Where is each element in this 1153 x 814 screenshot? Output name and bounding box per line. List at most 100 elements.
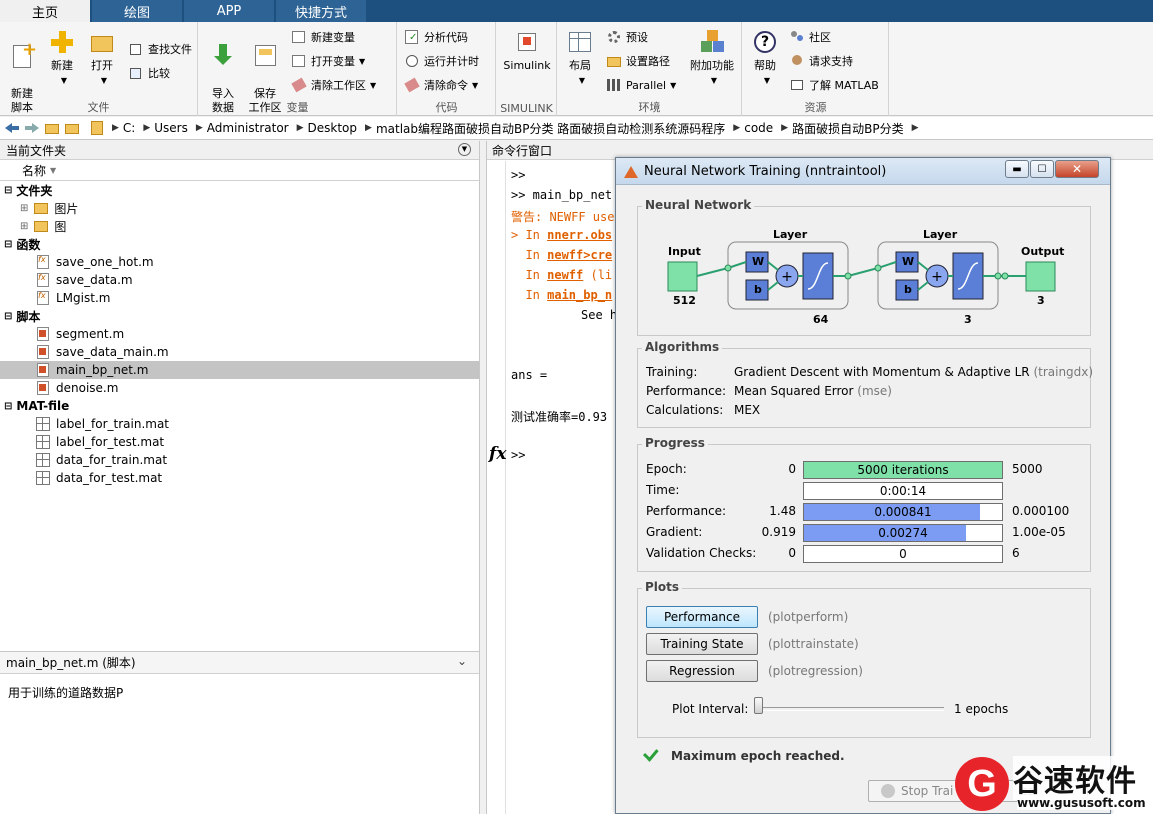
- expand-icon[interactable]: ⊞: [20, 221, 28, 232]
- cmd-stack-link[interactable]: newff>cre: [547, 248, 612, 262]
- community-button[interactable]: 社区: [789, 28, 831, 46]
- collapse-icon[interactable]: ⊟: [4, 311, 12, 322]
- list-item[interactable]: label_for_train.mat: [0, 415, 479, 433]
- list-item[interactable]: data_for_train.mat: [0, 451, 479, 469]
- list-item[interactable]: fx save_one_hot.m: [0, 253, 479, 271]
- breadcrumb-item[interactable]: Users: [154, 121, 188, 135]
- open-variable-button[interactable]: 打开变量 ▼: [291, 52, 365, 70]
- tab-shortcuts[interactable]: 快捷方式: [276, 0, 366, 22]
- collapse-icon[interactable]: ⊟: [4, 239, 12, 250]
- help-button[interactable]: ? 帮助 ▼: [745, 28, 785, 88]
- layout-button[interactable]: 布局 ▼: [560, 28, 600, 88]
- breadcrumb-item[interactable]: Desktop: [308, 121, 358, 135]
- breadcrumb-item[interactable]: code: [744, 121, 773, 135]
- list-item[interactable]: fx save_data.m: [0, 271, 479, 289]
- section-folders[interactable]: ⊟ 文件夹: [0, 181, 479, 199]
- list-item[interactable]: fx LMgist.m: [0, 289, 479, 307]
- plot-interval-slider-thumb[interactable]: [754, 697, 763, 714]
- back-arrow-icon[interactable]: [4, 120, 20, 136]
- addons-button[interactable]: 附加功能 ▼: [686, 28, 738, 88]
- parallel-button[interactable]: Parallel ▼: [606, 76, 676, 94]
- plot-performance-fn: (plotperform): [768, 610, 849, 624]
- addons-dropdown-icon[interactable]: ▼: [711, 76, 717, 85]
- browse-folder-icon[interactable]: [64, 120, 80, 136]
- clear-commands-button[interactable]: 清除命令 ▼: [404, 76, 478, 94]
- section-scripts[interactable]: ⊟ 脚本: [0, 307, 479, 325]
- clear-workspace-dropdown-icon[interactable]: ▼: [370, 81, 376, 90]
- item-label: 图片: [54, 201, 79, 216]
- cmd-stack-link[interactable]: newff: [547, 268, 583, 282]
- chevron-down-icon[interactable]: ⌄: [457, 654, 467, 668]
- name-column-header[interactable]: 名称 ▼: [0, 160, 479, 181]
- breadcrumb-item[interactable]: Administrator: [207, 121, 289, 135]
- list-item[interactable]: save_data_main.m: [0, 343, 479, 361]
- tab-apps[interactable]: APP: [184, 0, 274, 22]
- breadcrumb-item[interactable]: C:: [123, 121, 135, 135]
- fx-icon[interactable]: fx: [489, 444, 506, 464]
- list-item[interactable]: data_for_test.mat: [0, 469, 479, 487]
- request-support-button[interactable]: 请求支持: [789, 52, 853, 70]
- section-functions[interactable]: ⊟ 函数: [0, 235, 479, 253]
- command-window-title: 命令行窗口: [492, 143, 553, 158]
- expand-icon[interactable]: ⊞: [20, 203, 28, 214]
- new-dropdown-icon[interactable]: ▼: [61, 76, 67, 85]
- cmd-stack-link[interactable]: nnerr.obs: [547, 228, 612, 242]
- list-item[interactable]: label_for_test.mat: [0, 433, 479, 451]
- cmd-stack-link[interactable]: main_bp_n: [547, 288, 612, 302]
- run-and-time-button[interactable]: 运行并计时: [404, 52, 479, 70]
- list-item[interactable]: ⊞ 图: [0, 217, 479, 235]
- import-data-icon: [209, 42, 237, 70]
- progress-bar: 0.00274: [803, 524, 1003, 542]
- calculations-key: Calculations:: [646, 403, 724, 417]
- panel-menu-chevron-icon[interactable]: ▼: [458, 143, 471, 156]
- help-dropdown-icon[interactable]: ▼: [764, 76, 770, 85]
- close-button[interactable]: ✕: [1055, 160, 1099, 178]
- tab-home[interactable]: 主页: [0, 0, 90, 22]
- clear-workspace-button[interactable]: 清除工作区 ▼: [291, 76, 376, 94]
- new-button[interactable]: 新建 ▼: [42, 28, 82, 88]
- list-item-selected[interactable]: main_bp_net.m: [0, 361, 479, 379]
- input-block: [667, 261, 698, 292]
- clear-commands-dropdown-icon[interactable]: ▼: [472, 81, 478, 90]
- collapse-icon[interactable]: ⊟: [4, 401, 12, 412]
- parallel-dropdown-icon[interactable]: ▼: [670, 81, 676, 90]
- compare-button[interactable]: 比较: [128, 64, 170, 82]
- new-variable-button[interactable]: 新建变量: [291, 28, 355, 46]
- open-variable-dropdown-icon[interactable]: ▼: [359, 57, 365, 66]
- preferences-button[interactable]: 预设: [606, 28, 648, 46]
- up-folder-icon[interactable]: [44, 120, 60, 136]
- maximize-button[interactable]: ☐: [1030, 160, 1054, 178]
- tab-plots[interactable]: 绘图: [92, 0, 182, 22]
- list-item[interactable]: denoise.m: [0, 379, 479, 397]
- forward-arrow-icon[interactable]: [24, 120, 40, 136]
- open-dropdown-icon[interactable]: ▼: [101, 76, 107, 85]
- save-workspace-icon: [251, 42, 279, 70]
- collapse-icon[interactable]: ⊟: [4, 185, 12, 196]
- input-label: Input: [668, 245, 701, 258]
- layout-dropdown-icon[interactable]: ▼: [579, 76, 585, 85]
- analyze-code-button[interactable]: ✓ 分析代码: [404, 28, 468, 46]
- cmd-prompt[interactable]: >>: [511, 448, 525, 462]
- set-path-button[interactable]: 设置路径: [606, 52, 670, 70]
- breadcrumb-item[interactable]: matlab编程路面破损自动BP分类 路面破损自动检测系统源码程序: [376, 120, 725, 137]
- minimize-button[interactable]: ▬: [1005, 160, 1029, 178]
- clear-workspace-icon: [291, 77, 307, 93]
- list-item[interactable]: segment.m: [0, 325, 479, 343]
- open-button[interactable]: 打开 ▼: [82, 28, 122, 88]
- breadcrumb-item[interactable]: 路面破损自动BP分类: [792, 120, 903, 137]
- item-label: label_for_train.mat: [56, 417, 170, 431]
- list-item[interactable]: ⊞ 图片: [0, 199, 479, 217]
- simulink-button[interactable]: Simulink: [503, 28, 551, 73]
- progress-box: Progress Epoch: 0 5000 iterations 5000 Time:…: [637, 436, 1091, 572]
- plot-regression-button[interactable]: Regression: [646, 660, 758, 682]
- plot-performance-button[interactable]: Performance: [646, 606, 758, 628]
- watermark-logo: G: [955, 757, 1009, 811]
- clear-workspace-label: 清除工作区: [311, 79, 366, 92]
- learn-matlab-button[interactable]: 了解 MATLAB: [789, 76, 879, 94]
- plot-interval-track[interactable]: [754, 707, 944, 711]
- plot-training-state-button[interactable]: Training State: [646, 633, 758, 655]
- find-files-button[interactable]: 查找文件: [128, 40, 192, 58]
- section-mat-files[interactable]: ⊟ MAT-file: [0, 397, 479, 415]
- open-label: 打开: [91, 59, 113, 72]
- path-folder-icon: [90, 120, 106, 136]
